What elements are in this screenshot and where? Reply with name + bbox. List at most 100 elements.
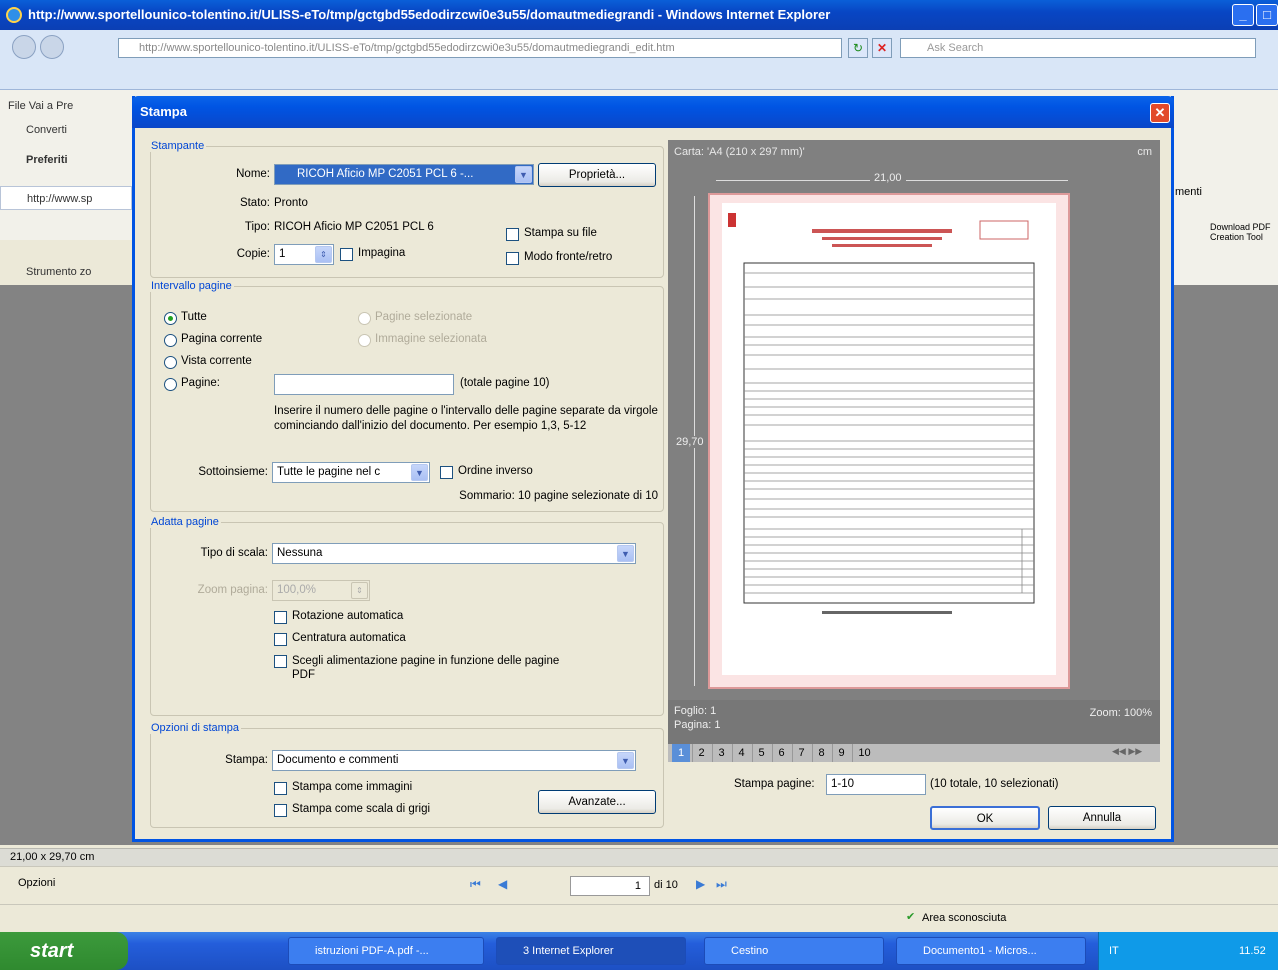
page-size-label: 21,00 x 29,70 cm [10, 851, 95, 863]
task-pdf[interactable]: istruzioni PDF-A.pdf -... [288, 937, 484, 965]
task-word[interactable]: Documento1 - Micros... [896, 937, 1086, 965]
tipo-scala-select[interactable]: Nessuna ▼ [272, 543, 636, 564]
radio-pagina-corrente[interactable] [164, 334, 177, 347]
ordine-inverso-checkbox[interactable] [440, 466, 453, 479]
annulla-button[interactable]: Annulla [1048, 806, 1156, 830]
minimize-button[interactable]: _ [1232, 4, 1254, 26]
preview-footer: Foglio: 1 Pagina: 1 Zoom: 100% [668, 700, 1160, 744]
preview-page-tab[interactable]: 1 [672, 744, 690, 762]
radio-immagine-selezionata[interactable] [358, 334, 371, 347]
sottoinsieme-select[interactable]: Tutte le pagine nel c ▼ [272, 462, 430, 483]
back-icon[interactable] [12, 35, 36, 59]
grigi-checkbox[interactable] [274, 804, 287, 817]
pagine-help-text: Inserire il numero delle pagine o l'inte… [274, 405, 658, 432]
address-input[interactable]: http://www.sportellounico-tolentino.it/U… [118, 38, 842, 58]
proprieta-button[interactable]: Proprietà... [538, 163, 656, 187]
pages-scroll-arrows-icon[interactable]: ◀◀ ▶▶ [1112, 746, 1142, 757]
nome-label: Nome: [236, 168, 270, 180]
stop-icon[interactable]: ✕ [872, 38, 892, 58]
stampa-select[interactable]: Documento e commenti ▼ [272, 750, 636, 771]
preview-page-tab[interactable]: 7 [792, 744, 810, 762]
fronte-retro-checkbox[interactable] [506, 252, 519, 265]
ordine-inverso-label: Ordine inverso [458, 465, 533, 477]
immagine-selezionata-label: Immagine selezionata [375, 333, 487, 345]
preview-header: Carta: 'A4 (210 x 297 mm)' cm [668, 140, 1160, 164]
legend-intervallo: Intervallo pagine [151, 280, 232, 292]
preview-page-tab[interactable]: 4 [732, 744, 750, 762]
stampa-label: Stampa: [225, 754, 268, 766]
impagina-checkbox[interactable] [340, 248, 353, 261]
height-label: 29,70 [676, 436, 704, 448]
task-cestino[interactable]: Cestino [704, 937, 884, 965]
page-number-input[interactable]: 1 [570, 876, 650, 896]
pagine-input[interactable] [274, 374, 454, 395]
spinner-icon[interactable]: ⇕ [315, 246, 332, 263]
stampa-su-file-checkbox[interactable] [506, 228, 519, 241]
impagina-label: Impagina [358, 247, 406, 259]
zoom-pagina-input[interactable]: 100,0% ⇕ [272, 580, 370, 601]
opzioni-button[interactable]: Opzioni [18, 877, 55, 889]
rotazione-label: Rotazione automatica [292, 610, 404, 622]
ok-button[interactable]: OK [930, 806, 1040, 830]
zoom-pagina-value: 100,0% [277, 584, 317, 596]
legend-adatta: Adatta pagine [151, 516, 219, 528]
chevron-down-icon[interactable]: ▼ [617, 752, 634, 769]
first-page-icon[interactable]: ⏮ [470, 877, 481, 892]
page-of-label: di 10 [654, 879, 678, 891]
preview-page-tab[interactable]: 10 [852, 744, 876, 762]
preview-page-tab[interactable]: 8 [812, 744, 830, 762]
alimentazione-checkbox[interactable] [274, 655, 287, 668]
chevron-down-icon[interactable]: ▼ [515, 166, 532, 183]
centratura-checkbox[interactable] [274, 633, 287, 646]
dialog-title: Stampa [132, 96, 1174, 128]
stampa-pagine-input[interactable]: 1-10 [826, 774, 926, 795]
search-input[interactable]: Ask Search [900, 38, 1256, 58]
tab-current[interactable]: http://www.sp [0, 186, 132, 210]
stato-label: Stato: [239, 197, 270, 209]
stampa-su-file-label: Stampa su file [524, 227, 597, 239]
status-bar: Area sconosciuta ✔ [0, 904, 1278, 932]
radio-tutte[interactable] [164, 312, 177, 325]
vista-corrente-label: Vista corrente [181, 355, 252, 367]
spinner-icon: ⇕ [351, 582, 368, 599]
stampa-value: Documento e commenti [277, 754, 399, 766]
printer-select[interactable]: RICOH Aficio MP C2051 PCL 6 -... ▼ [274, 164, 534, 185]
download-pdf-tool[interactable]: Download PDF Creation Tool [1210, 222, 1278, 242]
next-page-icon[interactable]: ▶ [696, 877, 705, 891]
refresh-icon[interactable]: ↻ [848, 38, 868, 58]
last-page-icon[interactable]: ⏭ [716, 877, 727, 892]
dialog-close-button[interactable]: ✕ [1150, 103, 1170, 123]
maximize-button[interactable]: □ [1256, 4, 1278, 26]
preview-page-tab[interactable]: 6 [772, 744, 790, 762]
alimentazione-label: Scegli alimentazione pagine in funzione … [292, 655, 560, 681]
prev-page-icon[interactable]: ◀ [498, 877, 507, 891]
preview-page-tab[interactable]: 5 [752, 744, 770, 762]
clock: 11.52 [1239, 945, 1266, 957]
foglio-label: Foglio: 1 [674, 705, 717, 717]
rotazione-checkbox[interactable] [274, 611, 287, 624]
preview-page-tab[interactable]: 9 [832, 744, 850, 762]
radio-vista-corrente[interactable] [164, 356, 177, 369]
preview-page-tab[interactable]: 2 [692, 744, 710, 762]
menu-bar[interactable]: File Vai a Pre [0, 94, 140, 118]
preferiti-button[interactable]: Preferiti [0, 148, 140, 172]
converti-button[interactable]: Converti [0, 118, 140, 142]
preview-page-tab[interactable]: 3 [712, 744, 730, 762]
chevron-down-icon[interactable]: ▼ [617, 545, 634, 562]
check-icon: ✔ [906, 911, 916, 923]
immagini-checkbox[interactable] [274, 782, 287, 795]
stampa-pagine-info: (10 totale, 10 selezionati) [930, 778, 1059, 790]
strumento-zoom[interactable]: Strumento zo [0, 260, 140, 284]
immagini-label: Stampa come immagini [292, 781, 413, 793]
start-button[interactable]: start [0, 932, 128, 970]
copie-label: Copie: [236, 248, 270, 260]
radio-pagine-selezionate[interactable] [358, 312, 371, 325]
task-ie[interactable]: 3 Internet Explorer [496, 937, 686, 965]
radio-pagine[interactable] [164, 378, 177, 391]
copie-input[interactable]: 1 ⇕ [274, 244, 334, 265]
avanzate-button[interactable]: Avanzate... [538, 790, 656, 814]
strumenti-menu[interactable]: menti [1175, 186, 1202, 198]
chevron-down-icon[interactable]: ▼ [411, 464, 428, 481]
forward-icon[interactable] [40, 35, 64, 59]
language-indicator[interactable]: IT [1109, 945, 1119, 957]
